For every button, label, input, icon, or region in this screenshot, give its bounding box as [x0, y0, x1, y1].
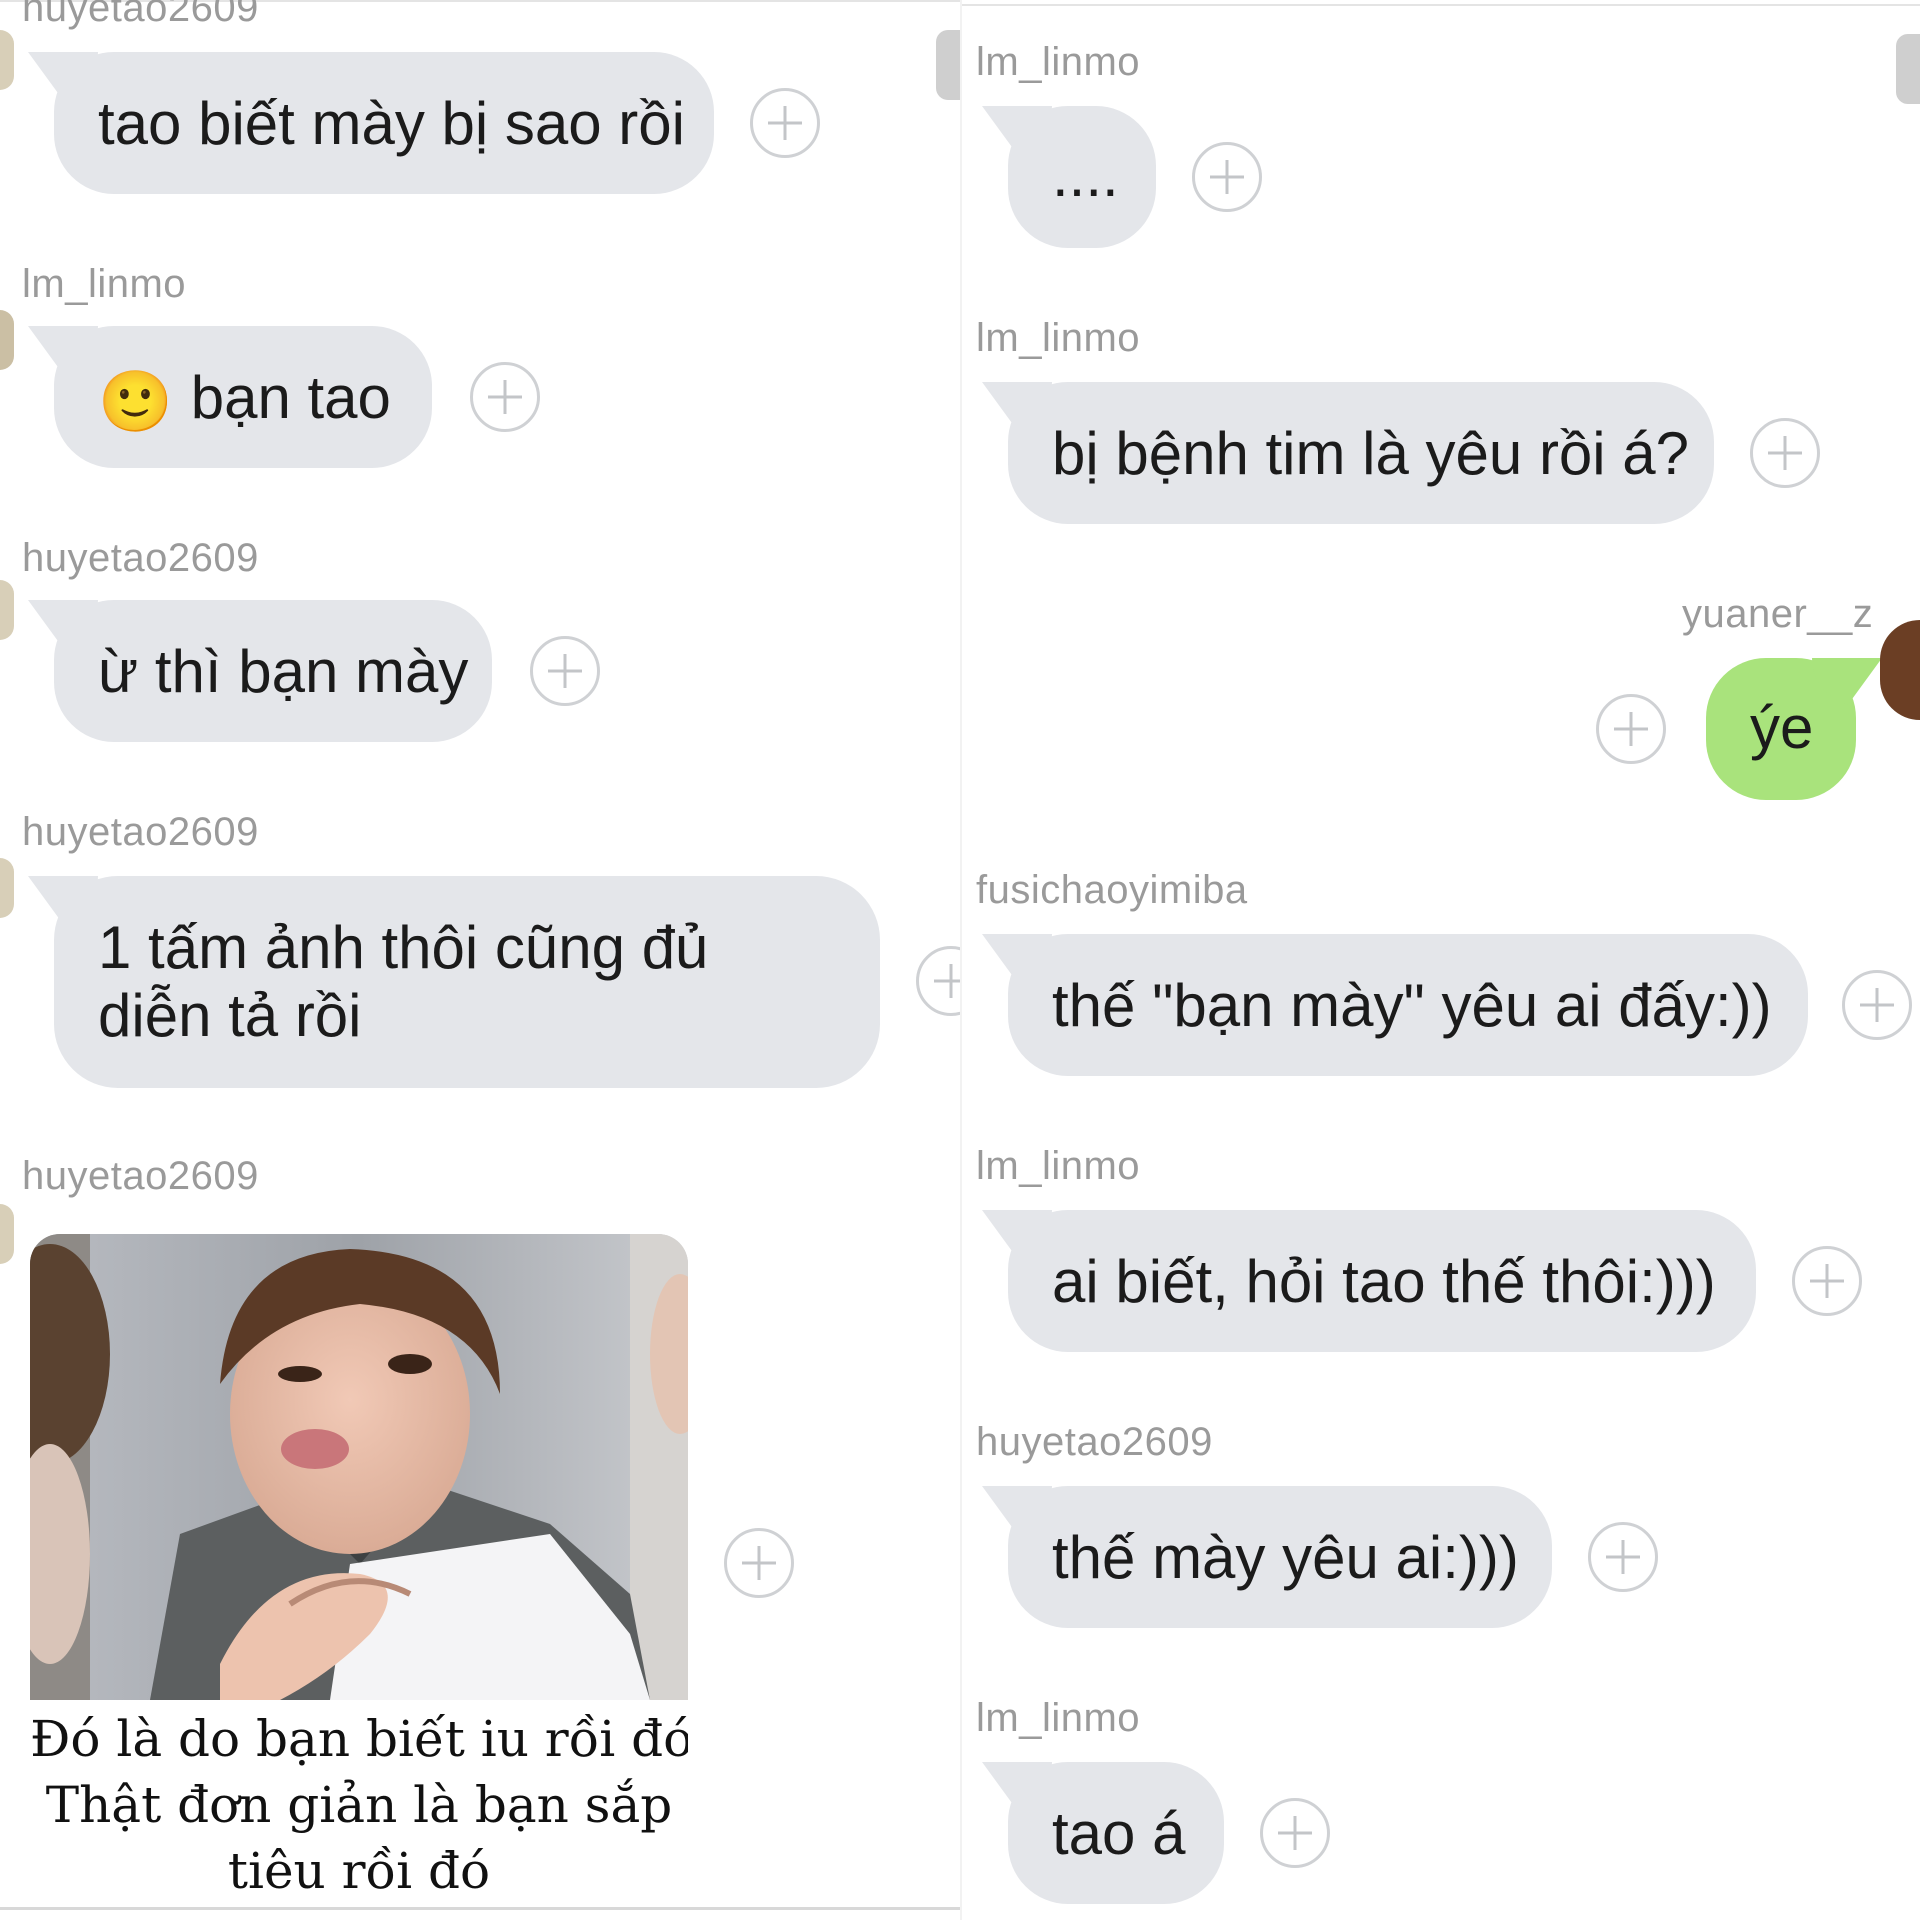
plus-circle-icon[interactable] [1596, 694, 1666, 764]
top-divider [962, 4, 1920, 6]
message-bubble[interactable]: thế mày yêu ai:))) [1008, 1486, 1552, 1628]
caption-line: tiêu rồi đó [227, 1842, 491, 1894]
message-bubble[interactable]: 🙂 bạn tao [54, 326, 432, 468]
plus-circle-icon[interactable] [1750, 418, 1820, 488]
username: huyetao2609 [22, 536, 259, 580]
avatar[interactable] [0, 580, 14, 640]
meme-photo [30, 1234, 688, 1700]
username: huyetao2609 [22, 0, 259, 30]
message-bubble[interactable]: tao á [1008, 1762, 1224, 1904]
caption-line: Thật đơn giản là bạn sắp [45, 1776, 673, 1834]
scroll-handle[interactable] [936, 30, 960, 100]
username: lm_linmo [976, 1144, 1141, 1188]
message-bubble[interactable]: thế "bạn mày" yêu ai đấy:)) [1008, 934, 1808, 1076]
message-bubble[interactable]: ừ thì bạn mày [54, 600, 492, 742]
avatar[interactable] [0, 310, 14, 370]
username: fusichaoyimiba [976, 868, 1248, 912]
username: yuaner__z [1682, 592, 1874, 636]
avatar[interactable] [0, 1204, 14, 1264]
plus-circle-icon[interactable] [1588, 1522, 1658, 1592]
message-text: ýe [1750, 694, 1814, 761]
chat-panel-right: lm_linmo .... lm_linmo bị bệnh tim là yê… [962, 0, 1920, 1920]
avatar[interactable] [0, 30, 14, 90]
image-message[interactable]: Đó là do bạn biết iu rồi đó Thật đơn giả… [30, 1234, 688, 1894]
username: lm_linmo [976, 40, 1141, 84]
username: lm_linmo [976, 1696, 1141, 1740]
message-text: thế mày yêu ai:))) [1052, 1524, 1519, 1591]
message-text: ừ thì bạn mày [98, 638, 469, 705]
message-text: tao biết mày bị sao rồi [98, 90, 685, 157]
username: huyetao2609 [976, 1420, 1213, 1464]
avatar[interactable] [1880, 620, 1920, 720]
message-bubble[interactable]: ai biết, hỏi tao thế thôi:))) [1008, 1210, 1756, 1352]
meme-caption: Đó là do bạn biết iu rồi đó Thật đơn giả… [30, 1700, 688, 1894]
message-text: bạn tao [190, 364, 391, 431]
scroll-handle[interactable] [1896, 34, 1920, 104]
plus-circle-icon[interactable] [530, 636, 600, 706]
plus-circle-icon[interactable] [470, 362, 540, 432]
chat-panel-left: huyetao2609 tao biết mày bị sao rồi lm_l… [0, 0, 960, 1920]
message-bubble[interactable]: 1 tấm ảnh thôi cũng đủ diễn tả rồi [54, 876, 880, 1088]
message-text: tao á [1052, 1800, 1186, 1867]
message-bubble-outgoing[interactable]: ýe [1706, 658, 1856, 800]
message-text: 1 tấm ảnh thôi cũng đủ diễn tả rồi [98, 914, 709, 1049]
message-bubble[interactable]: bị bệnh tim là yêu rồi á? [1008, 382, 1714, 524]
message-text: .... [1052, 142, 1119, 209]
plus-circle-icon[interactable] [1260, 1798, 1330, 1868]
slightly-smiling-face-icon: 🙂 [98, 368, 173, 435]
plus-circle-icon[interactable] [1192, 142, 1262, 212]
username: huyetao2609 [22, 810, 259, 854]
caption-line: Đó là do bạn biết iu rồi đó [30, 1710, 688, 1768]
username: huyetao2609 [22, 1154, 259, 1198]
bottom-divider [0, 1907, 960, 1910]
message-text: ai biết, hỏi tao thế thôi:))) [1052, 1248, 1716, 1315]
message-bubble[interactable]: tao biết mày bị sao rồi [54, 52, 714, 194]
plus-circle-icon[interactable] [916, 946, 960, 1016]
message-text: bị bệnh tim là yêu rồi á? [1052, 420, 1690, 487]
message-text: thế "bạn mày" yêu ai đấy:)) [1052, 972, 1772, 1039]
plus-circle-icon[interactable] [1792, 1246, 1862, 1316]
plus-circle-icon[interactable] [724, 1528, 794, 1598]
avatar[interactable] [0, 858, 14, 918]
plus-circle-icon[interactable] [1842, 970, 1912, 1040]
username: lm_linmo [22, 262, 187, 306]
message-bubble[interactable]: .... [1008, 106, 1156, 248]
username: lm_linmo [976, 316, 1141, 360]
plus-circle-icon[interactable] [750, 88, 820, 158]
